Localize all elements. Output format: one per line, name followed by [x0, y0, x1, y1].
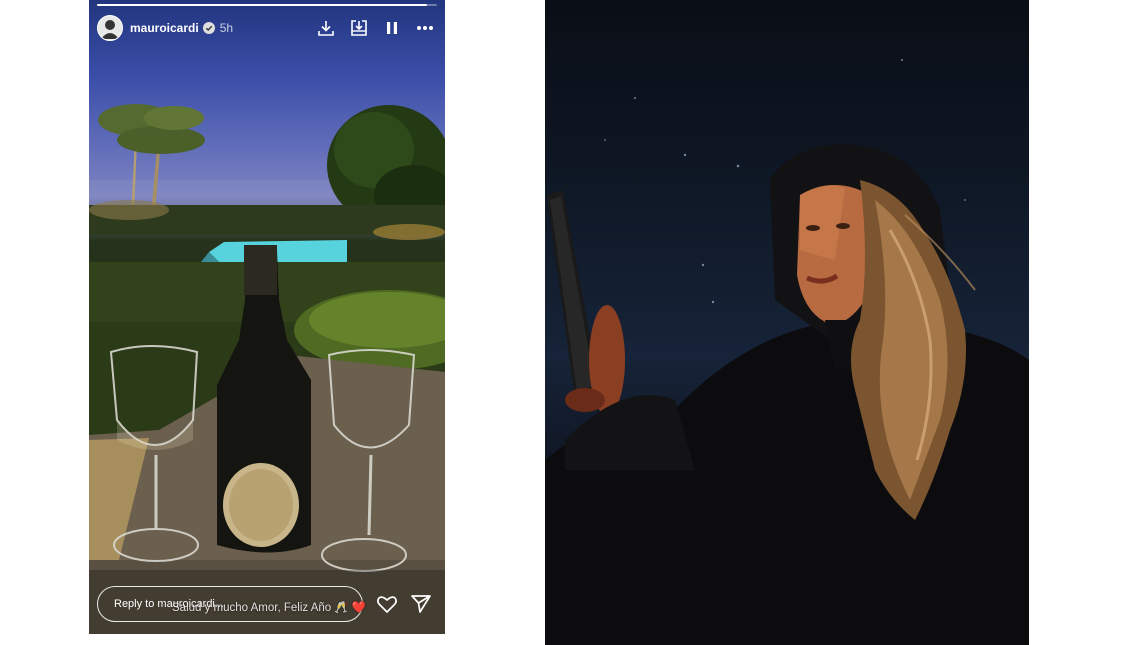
save-button[interactable]	[349, 18, 369, 38]
send-button[interactable]	[409, 592, 433, 616]
story-header: mauroicardi 5h	[97, 14, 435, 42]
download-icon	[318, 21, 334, 36]
more-button[interactable]	[415, 18, 435, 38]
heart-icon	[377, 596, 397, 613]
verified-badge-icon	[202, 22, 215, 34]
story-viewer: mauroicardi 5h Reply to mauroicardi... S…	[89, 0, 445, 634]
post-time: 5h	[219, 21, 234, 35]
story-progress-fill	[97, 4, 427, 6]
header-actions	[316, 18, 435, 38]
caption-text: Salud y mucho Amor, Feliz Año 🥂	[172, 602, 349, 614]
username[interactable]: mauroicardi	[130, 21, 199, 35]
portrait-illustration	[545, 59, 1029, 645]
portrait-photo	[545, 0, 1029, 645]
like-button[interactable]	[375, 592, 399, 616]
pause-button[interactable]	[382, 18, 402, 38]
story-caption: Salud y mucho Amor, Feliz Año 🥂 ❤️	[172, 600, 366, 614]
pause-icon	[387, 22, 397, 34]
save-icon	[351, 20, 367, 36]
send-icon	[411, 595, 431, 613]
story-progress-bar	[97, 4, 437, 6]
download-button[interactable]	[316, 18, 336, 38]
more-icon	[417, 26, 433, 30]
caption-heart-emoji: ❤️	[351, 602, 367, 614]
story-photo	[89, 104, 445, 634]
avatar[interactable]	[97, 15, 123, 41]
